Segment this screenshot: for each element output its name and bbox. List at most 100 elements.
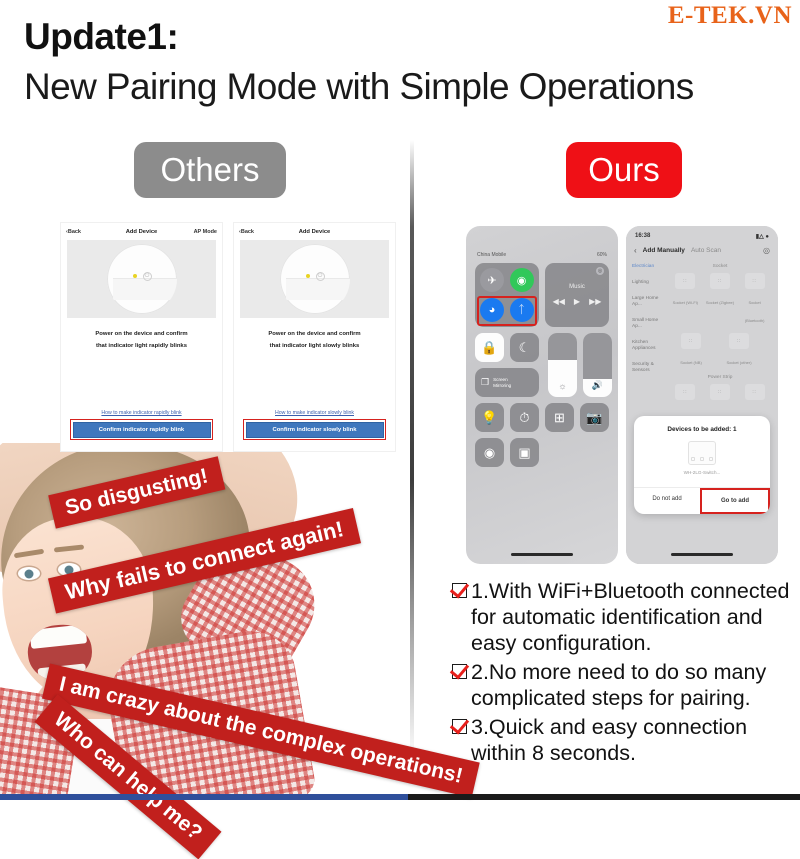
instruction-text: Power on the device and confirm that ind… — [95, 331, 188, 349]
scan-icon[interactable]: ◎ — [763, 246, 770, 255]
app-navbar-title: Add Device — [298, 228, 331, 235]
volume-icon: 🔊 — [591, 380, 604, 390]
screen-mirroring-label-2: Mirroring — [493, 382, 512, 388]
others-screen-2: ‹Back Add Device ⏻ Power on the device a… — [233, 222, 396, 452]
help-link[interactable]: How to make indicator slowly blink — [234, 410, 395, 416]
flashlight-icon[interactable]: 💡 — [475, 403, 504, 432]
confirm-button[interactable]: Confirm indicator slowly blink — [245, 421, 384, 438]
benefit-text: 3.Quick and easy connection within 8 sec… — [471, 715, 748, 765]
qr-scan-icon[interactable]: ▣ — [510, 438, 539, 467]
music-next-icon[interactable]: ▶▶ — [589, 297, 601, 306]
go-to-add-button[interactable]: Go to add — [700, 488, 770, 514]
device-tile[interactable]: ∷ Socket (other) — [724, 333, 754, 369]
socket-icon: ∷ — [681, 333, 701, 349]
sidebar-item-lighting[interactable]: Lighting — [632, 280, 662, 286]
airplane-icon[interactable]: ✈ — [480, 268, 504, 292]
device-tile[interactable]: ∷ Socket (Zigbee) — [705, 273, 735, 327]
instruction-text: Power on the device and confirm that ind… — [268, 331, 361, 349]
cc-second-row: 🔒 ☾ ❐ Screen Mirroring ☼ 🔊 — [475, 333, 612, 397]
power-strip-icon[interactable]: ∷ — [744, 384, 765, 400]
power-strip-row: ∷ ∷ ∷ — [668, 384, 772, 402]
others-app-screens: ‹Back Add Device AP Mode ⏻ Power on the … — [60, 222, 403, 452]
checkbox-checked-icon — [452, 664, 467, 679]
status-bar: China Mobile 60% — [475, 252, 609, 258]
cellular-icon[interactable]: ◉ — [509, 268, 534, 292]
home-indicator — [671, 553, 733, 556]
socket-row-2: ∷ Socket (NB) ∷ Socket (other) — [668, 333, 772, 369]
device-tile[interactable]: ∷ Socket (Bluetooth) — [740, 273, 770, 327]
checkbox-checked-icon — [452, 583, 467, 598]
screen-mirroring-button[interactable]: ❐ Screen Mirroring — [475, 368, 539, 397]
sidebar-item-small-home-appliances[interactable]: Small Home Ap... — [632, 318, 662, 330]
control-center: China Mobile 60% ✈ ◉ ◕ ᛏ ◎ Music ◀◀ ▶ ▶▶… — [466, 226, 618, 564]
device-circle: ⏻ — [106, 244, 177, 314]
benefits-list: 1.With WiFi+Bluetooth connected for auto… — [452, 578, 792, 769]
music-prev-icon[interactable]: ◀◀ — [553, 297, 565, 306]
pupil — [24, 569, 34, 578]
devices-to-add-dialog: Devices to be added: 1 WH-2LG-Switch... … — [634, 416, 770, 514]
do-not-add-button[interactable]: Do not add — [634, 488, 700, 514]
confirm-button[interactable]: Confirm indicator rapidly blink — [72, 421, 211, 438]
benefit-item: 3.Quick and easy connection within 8 sec… — [452, 714, 792, 766]
status-battery: 60% — [596, 252, 607, 258]
moon-icon[interactable]: ☾ — [510, 333, 539, 362]
brightness-icon: ☼ — [558, 381, 567, 391]
music-widget[interactable]: ◎ Music ◀◀ ▶ ▶▶ — [545, 263, 609, 327]
app-navbar-title: Add Device — [125, 228, 158, 235]
help-link[interactable]: How to make indicator rapidly blink — [61, 410, 222, 416]
tab-add-manually[interactable]: Add Manually — [643, 247, 685, 254]
sidebar-item-kitchen-appliances[interactable]: Kitchen Appliances — [632, 340, 662, 352]
socket-icon: ∷ — [729, 333, 749, 349]
bottom-strip — [0, 794, 800, 800]
power-button-icon: ⏻ — [142, 272, 152, 281]
sidebar-item-security-sensors[interactable]: Security & Sensors — [632, 362, 662, 374]
app-navbar: ‹Back Add Device — [234, 223, 395, 240]
music-controls: ◀◀ ▶ ▶▶ — [553, 297, 602, 306]
power-strip-icon[interactable]: ∷ — [709, 384, 730, 400]
eye-left — [18, 567, 40, 580]
benefit-text: 2.No more need to do so many complicated… — [471, 660, 767, 710]
bluetooth-icon[interactable]: ᛏ — [509, 297, 534, 322]
chevron-left-icon[interactable]: ‹ — [634, 246, 637, 255]
device-body — [285, 277, 350, 300]
section-socket-title: Socket — [712, 264, 728, 269]
tab-auto-scan[interactable]: Auto Scan — [691, 247, 721, 254]
app-navbar: ‹Back Add Device AP Mode — [61, 223, 222, 240]
rotation-lock-icon[interactable]: 🔒 — [475, 333, 504, 362]
status-icons: ▮△ ● — [755, 234, 769, 240]
sliders-group: ☼ 🔊 — [548, 333, 612, 397]
page-title: Update1: — [24, 16, 179, 57]
device-tile[interactable]: ∷ Socket (Wi-Fi) — [670, 273, 700, 327]
timer-icon[interactable]: ⏱ — [510, 403, 539, 432]
airplay-icon[interactable]: ◎ — [596, 267, 604, 275]
connectivity-panel: ✈ ◉ ◕ ᛏ — [475, 263, 539, 327]
music-label: Music — [569, 284, 585, 290]
sidebar-item-large-home-appliances[interactable]: Large Home Ap... — [632, 296, 662, 308]
add-device-navbar: ‹ Add Manually Auto Scan ◎ — [626, 240, 778, 260]
device-illustration: ⏻ — [240, 240, 389, 318]
add-device-screen: 16:38 ▮△ ● ‹ Add Manually Auto Scan ◎ El… — [626, 226, 778, 564]
screen-record-icon[interactable]: ◉ — [475, 438, 504, 467]
sidebar-item-electrician[interactable]: Electrician — [632, 264, 662, 270]
cc-shortcut-row-1: 💡 ⏱ ⊞ 📷 — [475, 403, 609, 432]
dialog-actions: Do not add Go to add — [634, 487, 770, 514]
phone-control-center: China Mobile 60% ✈ ◉ ◕ ᛏ ◎ Music ◀◀ ▶ ▶▶… — [466, 226, 618, 564]
status-time: 16:38 — [635, 233, 651, 239]
power-strip-icon[interactable]: ∷ — [675, 384, 696, 400]
brightness-slider[interactable]: ☼ — [548, 333, 577, 397]
bottom-strip-left — [0, 794, 408, 800]
badge-ours-label: Ours — [588, 151, 660, 188]
volume-slider[interactable]: 🔊 — [583, 333, 612, 397]
cta-highlight-box: Confirm indicator slowly blink — [243, 419, 386, 440]
ours-phone-screens: China Mobile 60% ✈ ◉ ◕ ᛏ ◎ Music ◀◀ ▶ ▶▶… — [466, 226, 788, 566]
device-thumbnail-icon — [688, 441, 716, 465]
wifi-icon[interactable]: ◕ — [480, 297, 504, 322]
camera-icon[interactable]: 📷 — [580, 403, 609, 432]
badge-ours: Ours — [566, 142, 682, 198]
calculator-icon[interactable]: ⊞ — [545, 403, 574, 432]
screen-mirroring-icon: ❐ — [481, 377, 490, 387]
device-body — [112, 277, 177, 300]
music-play-icon[interactable]: ▶ — [574, 297, 580, 306]
bottom-strip-right — [408, 794, 800, 800]
device-tile[interactable]: ∷ Socket (NB) — [676, 333, 706, 369]
